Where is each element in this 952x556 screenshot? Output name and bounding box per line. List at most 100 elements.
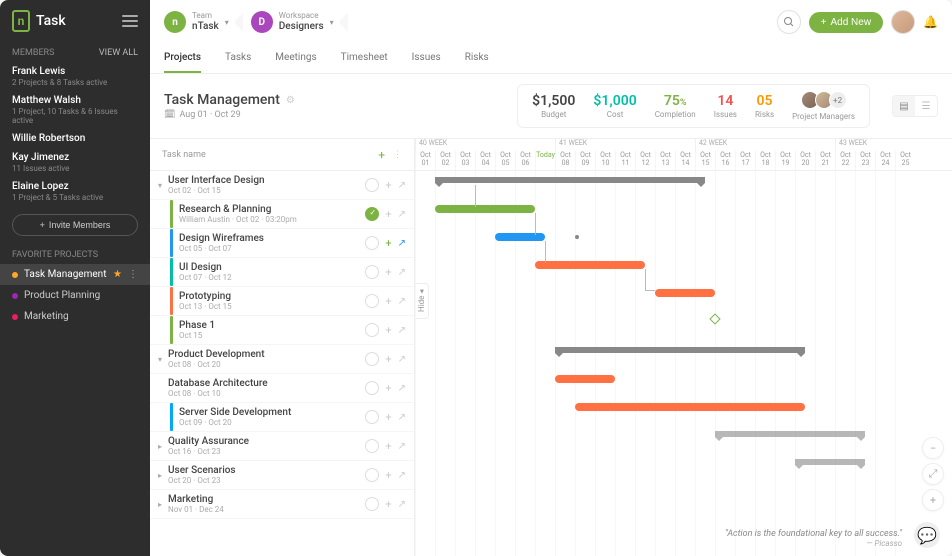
- link-icon[interactable]: ↗: [398, 238, 406, 249]
- link-icon[interactable]: ↗: [398, 296, 406, 307]
- expand-icon[interactable]: ▾: [158, 355, 168, 364]
- add-subtask-icon[interactable]: +: [385, 295, 391, 308]
- add-new-button[interactable]: +Add New: [809, 12, 883, 33]
- view-all-link[interactable]: View All: [99, 48, 138, 58]
- task-name: Research & Planning: [179, 204, 365, 215]
- workspace-breadcrumb[interactable]: D Workspace Designers ▾: [251, 11, 348, 33]
- gantt-bar[interactable]: [555, 375, 615, 383]
- add-subtask-icon[interactable]: +: [385, 440, 391, 453]
- link-icon[interactable]: ↗: [398, 267, 406, 278]
- team-breadcrumb[interactable]: n Team nTask ▾: [164, 11, 243, 33]
- chat-button[interactable]: 💬: [914, 522, 940, 548]
- member-item[interactable]: Frank Lewis2 Projects & 8 Tasks active: [0, 62, 150, 91]
- link-icon[interactable]: ↗: [398, 499, 406, 510]
- logo: n Task: [12, 10, 66, 32]
- add-subtask-icon[interactable]: +: [385, 237, 391, 250]
- complete-toggle[interactable]: [365, 265, 379, 279]
- task-meta: Oct 07 · Oct 12: [179, 273, 365, 282]
- tab-issues[interactable]: Issues: [412, 44, 441, 73]
- task-row[interactable]: ⋮⋮ UI Design Oct 07 · Oct 12 + ↗: [150, 258, 414, 287]
- link-icon[interactable]: ↗: [398, 441, 406, 452]
- more-icon[interactable]: ⋮: [128, 269, 138, 280]
- task-row[interactable]: ⋮⋮ Design Wireframes Oct 05 · Oct 07 + ↗: [150, 229, 414, 258]
- link-icon[interactable]: ↗: [398, 354, 406, 365]
- link-icon[interactable]: ↗: [398, 180, 406, 191]
- complete-toggle[interactable]: [365, 178, 379, 192]
- task-row[interactable]: ⋮⋮ Server Side Development Oct 09 · Oct …: [150, 403, 414, 432]
- expand-icon[interactable]: ▸: [158, 471, 168, 480]
- complete-toggle[interactable]: [365, 352, 379, 366]
- member-item[interactable]: Willie Robertson: [0, 129, 150, 148]
- complete-toggle[interactable]: [365, 497, 379, 511]
- search-button[interactable]: [777, 10, 801, 34]
- gantt-bar[interactable]: [435, 205, 535, 213]
- favorite-project-item[interactable]: Task Management★⋮: [0, 264, 150, 285]
- add-subtask-icon[interactable]: +: [385, 179, 391, 192]
- link-icon[interactable]: ↗: [398, 325, 406, 336]
- add-subtask-icon[interactable]: +: [385, 411, 391, 424]
- complete-toggle[interactable]: [365, 410, 379, 424]
- task-row[interactable]: ⋮⋮ Phase 1 Oct 15 + ↗: [150, 316, 414, 345]
- member-item[interactable]: Elaine Lopez1 Project & 5 Tasks active: [0, 177, 150, 206]
- more-icon[interactable]: ⋮: [393, 150, 402, 160]
- task-meta: Oct 16 · Oct 23: [168, 447, 365, 456]
- link-icon[interactable]: ↗: [398, 412, 406, 423]
- task-row[interactable]: ⋮⋮ ▸ Quality Assurance Oct 16 · Oct 23 +…: [150, 432, 414, 461]
- add-subtask-icon[interactable]: +: [385, 324, 391, 337]
- list-view-icon[interactable]: ☰: [915, 96, 937, 116]
- task-row[interactable]: ⋮⋮ ▸ Marketing Nov 01 · Dec 24 + ↗: [150, 490, 414, 519]
- add-subtask-icon[interactable]: +: [385, 353, 391, 366]
- gear-icon[interactable]: ⚙: [286, 95, 295, 106]
- project-managers[interactable]: +2 Project Managers: [792, 91, 855, 121]
- favorite-project-item[interactable]: Marketing: [0, 306, 150, 327]
- task-meta: Oct 08 · Oct 20: [168, 360, 365, 369]
- add-subtask-icon[interactable]: +: [385, 469, 391, 482]
- complete-toggle[interactable]: [365, 468, 379, 482]
- task-row[interactable]: ⋮⋮ ▾ Product Development Oct 08 · Oct 20…: [150, 345, 414, 374]
- gantt-bar[interactable]: [535, 261, 645, 269]
- expand-icon[interactable]: ▸: [158, 442, 168, 451]
- complete-toggle[interactable]: [365, 381, 379, 395]
- add-subtask-icon[interactable]: +: [385, 382, 391, 395]
- task-row[interactable]: ⋮⋮ ▸ User Scenarios Oct 20 · Oct 23 + ↗: [150, 461, 414, 490]
- task-row[interactable]: ⋮⋮ ▾ User Interface Design Oct 02 · Oct …: [150, 171, 414, 200]
- task-row[interactable]: ⋮⋮ Prototyping Oct 13 · Oct 15 + ↗: [150, 287, 414, 316]
- complete-toggle[interactable]: [365, 439, 379, 453]
- expand-icon[interactable]: ▸: [158, 500, 168, 509]
- zoom-fit-button[interactable]: ⤢: [922, 463, 944, 485]
- task-row[interactable]: ⋮⋮ Research & Planning William Austin · …: [150, 200, 414, 229]
- member-item[interactable]: Matthew Walsh1 Project, 10 Tasks & 6 Iss…: [0, 91, 150, 129]
- add-task-icon[interactable]: +: [378, 148, 385, 162]
- link-icon[interactable]: ↗: [398, 383, 406, 394]
- tab-risks[interactable]: Risks: [465, 44, 489, 73]
- gantt-bar[interactable]: [495, 233, 545, 241]
- gantt-view-icon[interactable]: ▤: [893, 96, 915, 116]
- invite-members-button[interactable]: +Invite Members: [12, 214, 138, 236]
- tab-timesheet[interactable]: Timesheet: [341, 44, 388, 73]
- add-subtask-icon[interactable]: +: [385, 208, 391, 221]
- task-row[interactable]: ⋮⋮ Database Architecture Oct 08 · Oct 10…: [150, 374, 414, 403]
- tab-meetings[interactable]: Meetings: [275, 44, 316, 73]
- complete-toggle[interactable]: [365, 294, 379, 308]
- complete-toggle[interactable]: [365, 207, 379, 221]
- add-subtask-icon[interactable]: +: [385, 266, 391, 279]
- zoom-in-button[interactable]: +: [922, 489, 944, 511]
- favorite-label: Marketing: [24, 311, 69, 322]
- favorite-project-item[interactable]: Product Planning: [0, 285, 150, 306]
- tab-tasks[interactable]: Tasks: [225, 44, 251, 73]
- notifications-icon[interactable]: 🔔: [923, 15, 938, 29]
- menu-icon[interactable]: [122, 15, 138, 27]
- complete-toggle[interactable]: [365, 236, 379, 250]
- add-subtask-icon[interactable]: +: [385, 498, 391, 511]
- gantt-bar[interactable]: [655, 289, 715, 297]
- zoom-out-button[interactable]: −: [922, 437, 944, 459]
- stat-cost: $1,000Cost: [593, 93, 636, 119]
- expand-icon[interactable]: ▾: [158, 181, 168, 190]
- link-icon[interactable]: ↗: [398, 470, 406, 481]
- user-avatar[interactable]: [891, 10, 915, 34]
- tab-projects[interactable]: Projects: [164, 44, 201, 73]
- complete-toggle[interactable]: [365, 323, 379, 337]
- link-icon[interactable]: ↗: [398, 209, 406, 220]
- member-item[interactable]: Kay Jimenez11 Issues active: [0, 148, 150, 177]
- gantt-bar[interactable]: [575, 403, 805, 411]
